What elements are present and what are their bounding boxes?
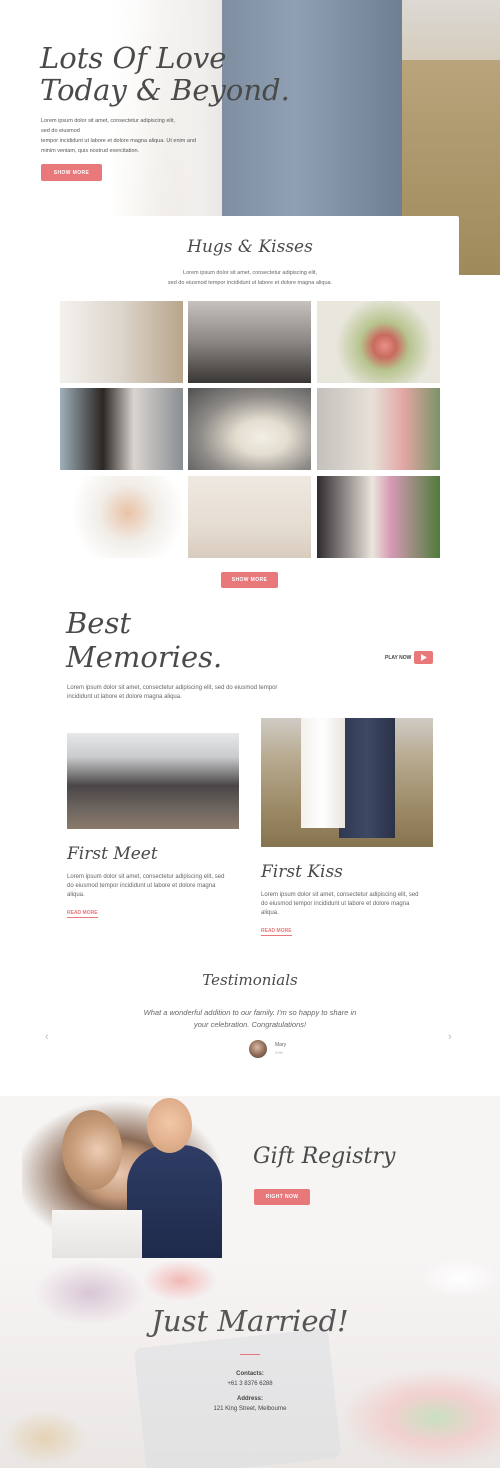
avatar bbox=[249, 1040, 267, 1058]
hero-title-line2: Today & Beyond. bbox=[40, 73, 290, 107]
first-meet-text-line3: aliqua. bbox=[67, 892, 85, 898]
gift-right-now-button[interactable]: RIGHT NOW bbox=[254, 1189, 310, 1205]
hero-groom-image bbox=[222, 0, 402, 216]
footer-address-label: Address: bbox=[236, 1396, 263, 1402]
hero-text-line1: Lorem ipsum dolor sit amet, consectetur … bbox=[41, 118, 175, 124]
testimonial-quote-line1: What a wonderful addition to our family.… bbox=[143, 1008, 357, 1017]
gallery-photo-holding-hands[interactable] bbox=[317, 476, 440, 558]
gallery-show-more-button[interactable]: SHOW MORE bbox=[221, 572, 278, 588]
play-now-label[interactable]: PLAY NOW bbox=[385, 655, 411, 661]
memories-title: Best Memories. bbox=[66, 606, 222, 674]
gallery-photo-hands-bouquet[interactable] bbox=[317, 388, 440, 470]
memories-text: Lorem ipsum dolor sit amet, consectetur … bbox=[67, 684, 367, 702]
chevron-left-icon[interactable]: ‹ bbox=[45, 1031, 49, 1043]
hero-dress-image bbox=[140, 0, 235, 216]
memories-text-line1: Lorem ipsum dolor sit amet, consectetur … bbox=[67, 685, 278, 691]
hero-text-line2: sed do eiusmod bbox=[41, 128, 80, 134]
gift-groom-face-shape bbox=[147, 1098, 192, 1153]
gallery-title: Hugs & Kisses bbox=[187, 237, 313, 257]
gift-couple-photo bbox=[22, 1090, 237, 1258]
footer-address: 121 King Street, Melbourne bbox=[213, 1406, 287, 1412]
play-button[interactable] bbox=[414, 651, 433, 664]
hero-show-more-button[interactable]: SHOW MORE bbox=[41, 164, 102, 181]
first-kiss-bride-shape bbox=[301, 718, 345, 828]
gallery-photo-ring[interactable] bbox=[60, 476, 183, 558]
first-kiss-groom-shape bbox=[339, 718, 395, 838]
footer-basket-shape bbox=[0, 1408, 90, 1468]
memories-text-line2: incididunt ut labore et dolore magna ali… bbox=[67, 694, 182, 700]
footer-contacts-label: Contacts: bbox=[236, 1371, 264, 1377]
gallery-photo-cake[interactable] bbox=[188, 388, 311, 470]
gift-bride-face-shape bbox=[62, 1110, 122, 1190]
gift-title: Gift Registry bbox=[253, 1144, 396, 1169]
first-kiss-text-line3: aliqua. bbox=[261, 910, 279, 916]
memories-title-line1: Best bbox=[66, 606, 132, 640]
footer-section: Just Married! Contacts: +61 3 8376 6288 … bbox=[0, 1258, 500, 1468]
first-meet-photo bbox=[67, 733, 239, 829]
testimonial-quote-line2: your celebration. Congratulations! bbox=[193, 1020, 307, 1029]
hero-title-line1: Lots Of Love bbox=[40, 41, 227, 75]
first-kiss-text-line2: do eiusmod tempor incididunt ut labore e… bbox=[261, 901, 410, 907]
testimonial-author-role: Wife bbox=[275, 1050, 283, 1055]
first-meet-title: First Meet bbox=[67, 844, 158, 864]
first-kiss-text: Lorem ipsum dolor sit amet, consectetur … bbox=[261, 891, 436, 918]
footer-contacts: Contacts: +61 3 8376 6288 Address: 121 K… bbox=[0, 1369, 500, 1414]
first-meet-text-line2: do eiusmod tempor incididunt ut labore e… bbox=[67, 883, 216, 889]
testimonial-author: Mary bbox=[275, 1042, 287, 1048]
first-kiss-text-line1: Lorem ipsum dolor sit amet, consectetur … bbox=[261, 892, 419, 898]
hero-text-line4: minim veniam, quis nostrud exercitation. bbox=[41, 148, 140, 154]
chevron-right-icon[interactable]: › bbox=[448, 1031, 452, 1043]
play-icon bbox=[420, 654, 427, 661]
gallery-photo-bouquet[interactable] bbox=[317, 301, 440, 383]
hero-text: Lorem ipsum dolor sit amet, consectetur … bbox=[41, 116, 231, 156]
hero-title: Lots Of Love Today & Beyond. bbox=[40, 42, 290, 106]
first-kiss-photo bbox=[261, 718, 433, 847]
footer-phone: +61 3 8376 6288 bbox=[227, 1381, 273, 1387]
first-kiss-read-more-link[interactable]: READ MORE bbox=[261, 928, 292, 936]
gallery-photo-couple-veil[interactable] bbox=[60, 388, 183, 470]
gallery-text: Lorem ipsum dolor sit amet, consectetur … bbox=[0, 268, 500, 288]
first-meet-read-more-link[interactable]: READ MORE bbox=[67, 910, 98, 918]
footer-title: Just Married! bbox=[151, 1304, 349, 1338]
gallery-photo-bride-window[interactable] bbox=[60, 301, 183, 383]
memories-title-line2: Memories. bbox=[66, 640, 223, 674]
gallery-text-line1: Lorem ipsum dolor sit amet, consectetur … bbox=[183, 270, 317, 276]
gallery-photo-aisle[interactable] bbox=[188, 301, 311, 383]
hero-text-line3: tempor incididunt ut labore et dolore ma… bbox=[41, 138, 197, 144]
testimonials-title: Testimonials bbox=[202, 971, 298, 989]
gallery-photo-bride-room[interactable] bbox=[188, 476, 311, 558]
first-meet-text: Lorem ipsum dolor sit amet, consectetur … bbox=[67, 873, 242, 900]
footer-cup-shape bbox=[420, 1258, 500, 1298]
first-kiss-title: First Kiss bbox=[261, 862, 343, 882]
footer-divider bbox=[240, 1354, 260, 1355]
gallery-text-line2: sed do eiusmod tempor incididunt ut labo… bbox=[167, 280, 333, 286]
footer-flowers-top bbox=[140, 1258, 220, 1303]
gift-bride-dress-shape bbox=[52, 1210, 142, 1258]
first-meet-text-line1: Lorem ipsum dolor sit amet, consectetur … bbox=[67, 874, 225, 880]
testimonial-quote: What a wonderful addition to our family.… bbox=[0, 1007, 500, 1031]
